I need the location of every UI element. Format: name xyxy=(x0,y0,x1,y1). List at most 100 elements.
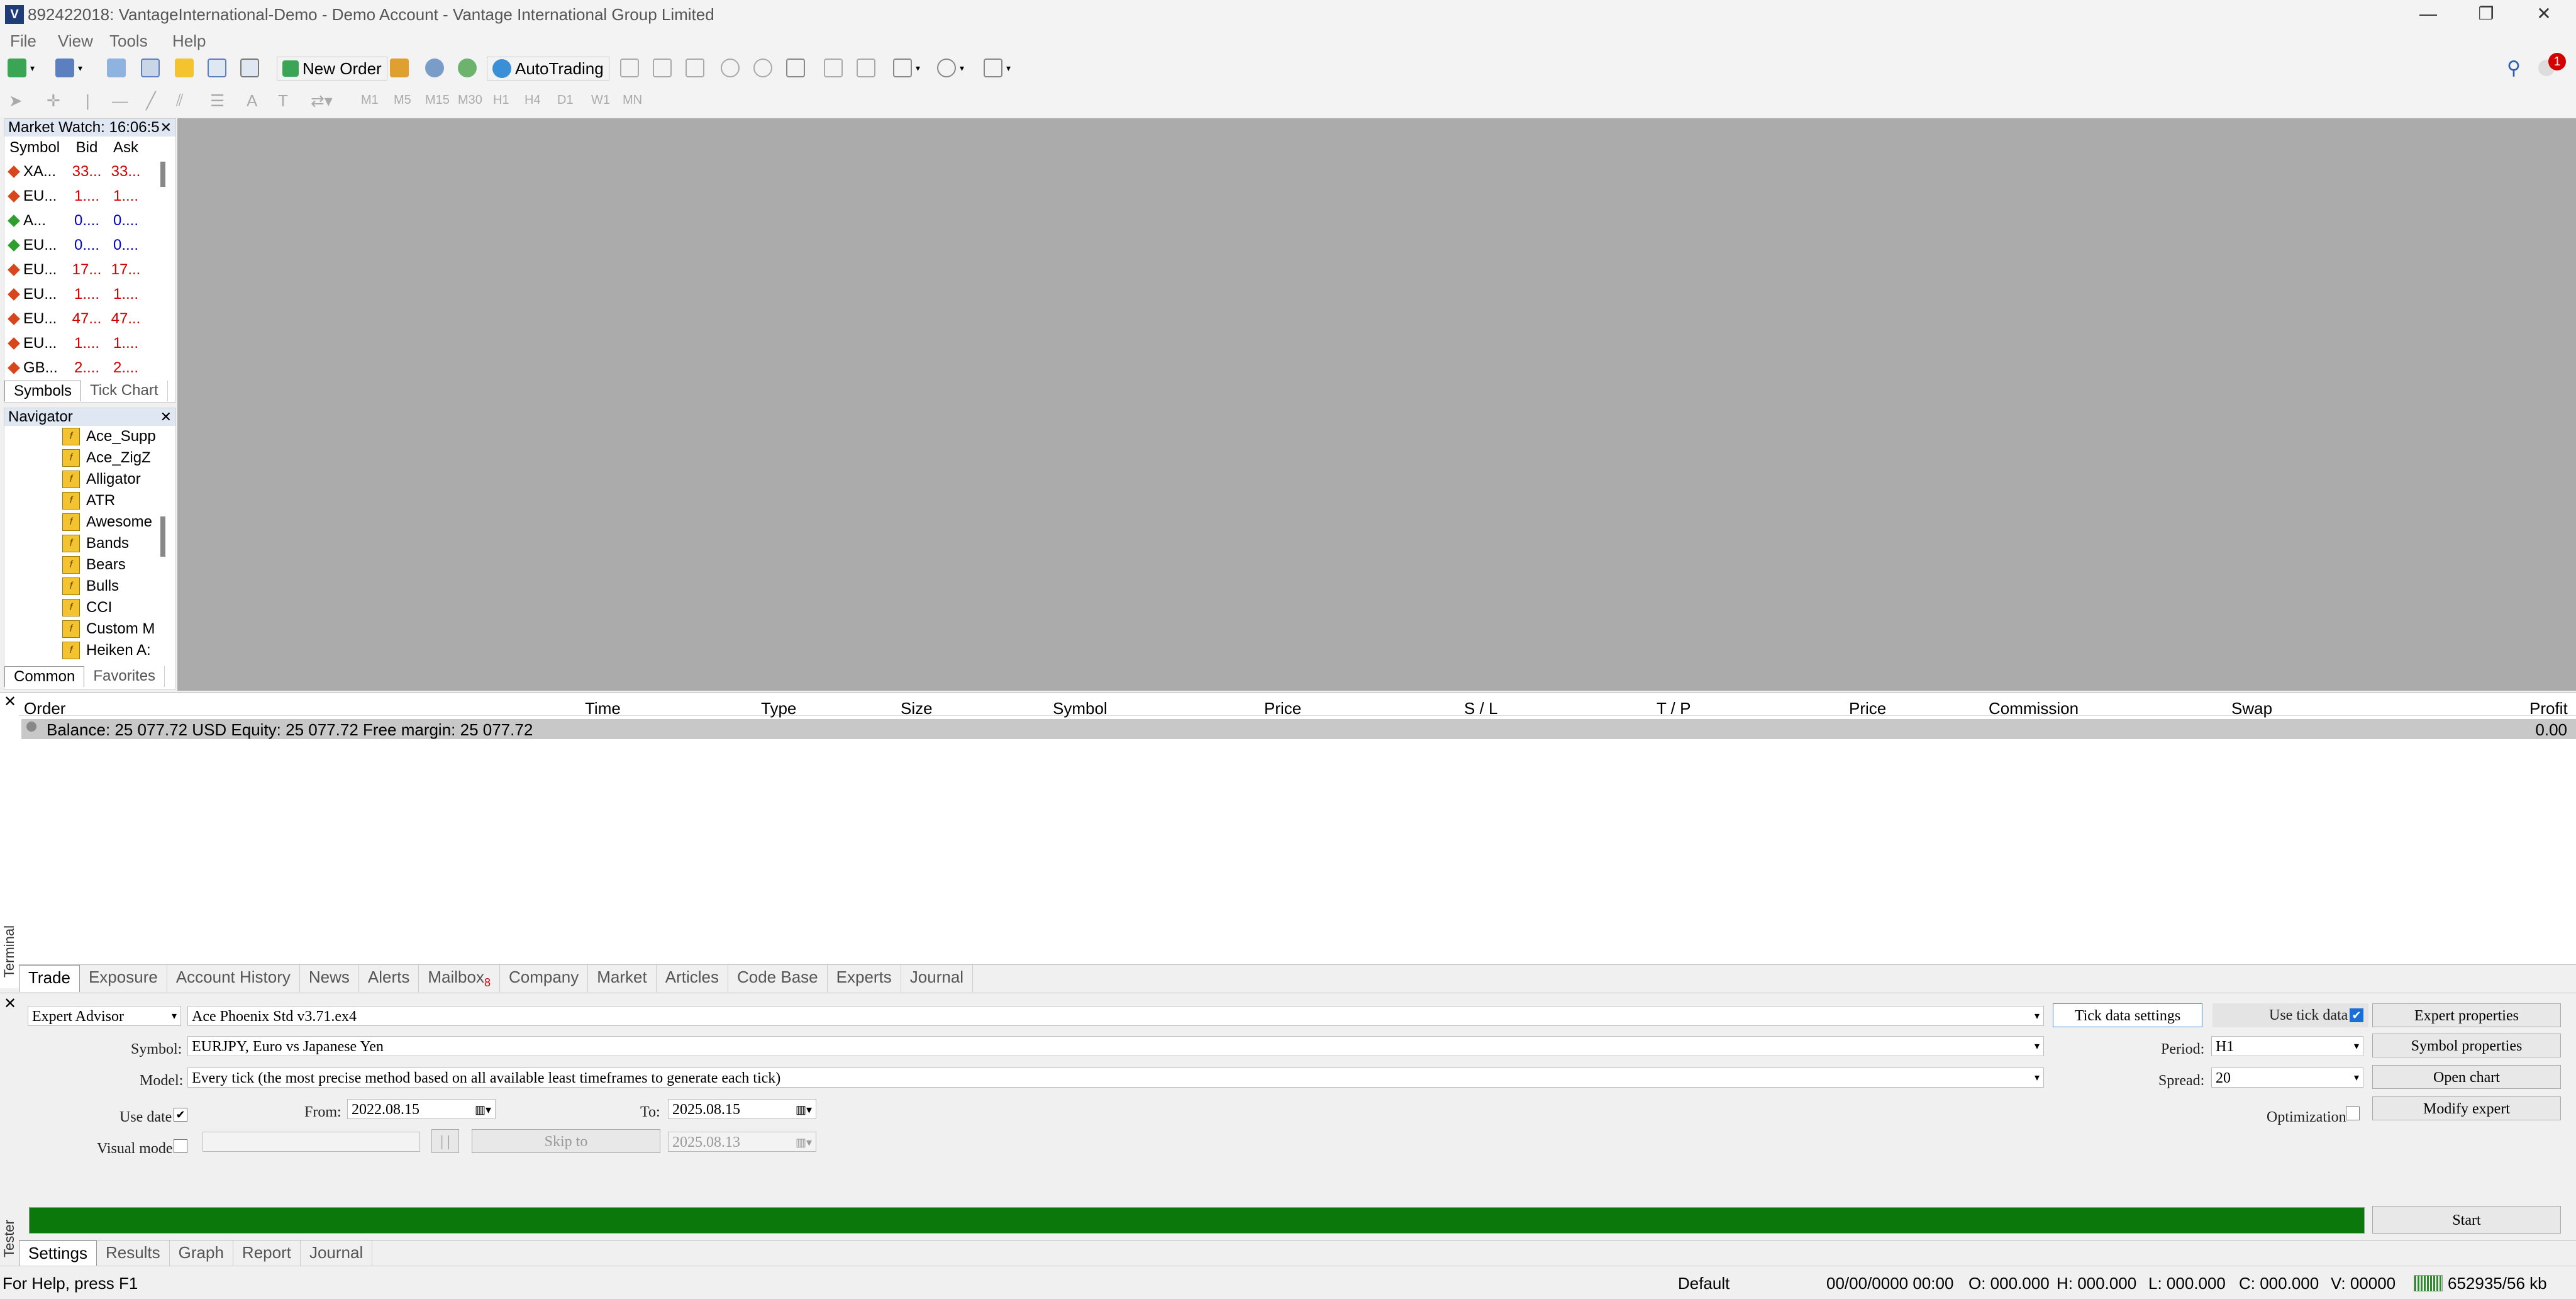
market-watch-row[interactable]: XA... 33... 33... xyxy=(4,159,175,184)
col-symbol[interactable]: Symbol xyxy=(1053,699,1108,718)
data-window-toggle[interactable] xyxy=(141,57,160,79)
market-button[interactable] xyxy=(458,57,477,79)
navigator-item[interactable]: f Alligator xyxy=(4,469,175,490)
crosshair-tool[interactable]: ✛ xyxy=(47,89,60,112)
profiles-button[interactable]: ▾ xyxy=(55,57,82,79)
chart-shift-button[interactable] xyxy=(857,57,875,79)
menu-view[interactable]: View xyxy=(58,31,93,51)
col-price-current[interactable]: Price xyxy=(1849,699,1886,718)
templates-button[interactable]: ▾ xyxy=(984,57,1011,79)
col-order[interactable]: Order xyxy=(24,699,65,718)
navigator-item[interactable]: f Custom M xyxy=(4,618,175,640)
tick-data-settings-button[interactable]: Tick data settings xyxy=(2053,1003,2202,1027)
tile-windows-button[interactable] xyxy=(786,57,805,79)
market-watch-row[interactable]: GB... 2.... 2.... xyxy=(4,355,175,380)
timeframe-d1[interactable]: D1 xyxy=(557,93,574,108)
tester-close-icon[interactable]: ✕ xyxy=(4,995,16,1013)
vertical-line-tool[interactable]: | xyxy=(86,89,90,112)
tab-code-base[interactable]: Code Base xyxy=(728,965,828,993)
col-size[interactable]: Size xyxy=(901,699,933,718)
tester-tab-settings[interactable]: Settings xyxy=(19,1240,97,1266)
start-button[interactable]: Start xyxy=(2372,1206,2561,1234)
navigator-item[interactable]: f Ace_Supp xyxy=(4,426,175,447)
navigator-item[interactable]: f Ace_ZigZ xyxy=(4,447,175,469)
tester-type-select[interactable]: Expert Advisor ▾ xyxy=(28,1006,181,1026)
horizontal-line-tool[interactable]: — xyxy=(112,89,128,112)
tab-articles[interactable]: Articles xyxy=(657,965,728,993)
menu-file[interactable]: File xyxy=(10,31,36,51)
signals-button[interactable] xyxy=(425,57,444,79)
market-watch-toggle[interactable] xyxy=(107,57,126,79)
tab-mailbox[interactable]: Mailbox8 xyxy=(419,965,500,993)
maximize-button[interactable]: ❐ xyxy=(2458,0,2514,29)
arrows-tool[interactable]: ⇄▾ xyxy=(311,89,333,112)
tab-exposure[interactable]: Exposure xyxy=(80,965,167,993)
tester-toggle[interactable] xyxy=(240,57,259,79)
channel-tool[interactable]: ⫽ xyxy=(176,89,184,112)
spread-select[interactable]: 20 ▾ xyxy=(2211,1068,2363,1088)
tab-account-history[interactable]: Account History xyxy=(167,965,300,993)
navigator-item[interactable]: f Bands xyxy=(4,533,175,554)
col-price[interactable]: Price xyxy=(1264,699,1301,718)
tab-favorites[interactable]: Favorites xyxy=(84,666,165,687)
navigator-scrollbar[interactable] xyxy=(160,516,165,557)
close-window-button[interactable]: ✕ xyxy=(2516,0,2572,29)
expert-properties-button[interactable]: Expert properties xyxy=(2372,1003,2561,1027)
new-order-button[interactable]: New Order xyxy=(277,57,387,81)
market-watch-row[interactable]: A... 0.... 0.... xyxy=(4,208,175,233)
periods-button[interactable]: ▾ xyxy=(937,57,964,79)
menu-tools[interactable]: Tools xyxy=(109,31,148,51)
navigator-item[interactable]: f ATR xyxy=(4,490,175,511)
market-watch-row[interactable]: EU... 1.... 1.... xyxy=(4,184,175,208)
text-label-tool[interactable]: T xyxy=(278,89,288,112)
timeframe-m30[interactable]: M30 xyxy=(458,93,482,108)
minimize-button[interactable]: — xyxy=(2400,0,2457,29)
visual-speed-slider[interactable] xyxy=(203,1132,420,1152)
chart-workspace[interactable] xyxy=(177,118,2576,691)
timeframe-w1[interactable]: W1 xyxy=(591,93,610,108)
col-type[interactable]: Type xyxy=(761,699,796,718)
navigator-item[interactable]: f Awesome xyxy=(4,511,175,533)
bar-chart-button[interactable] xyxy=(620,57,639,79)
balance-row[interactable]: Balance: 25 077.72 USD Equity: 25 077.72… xyxy=(21,719,2576,739)
status-profile[interactable]: Default xyxy=(1678,1274,1729,1293)
open-chart-button[interactable]: Open chart xyxy=(2372,1065,2561,1089)
col-commission[interactable]: Commission xyxy=(1989,699,2079,718)
market-watch-row[interactable]: EU... 1.... 1.... xyxy=(4,331,175,355)
navigator-item[interactable]: f CCI xyxy=(4,597,175,618)
tab-symbols[interactable]: Symbols xyxy=(4,381,82,401)
tester-tab-results[interactable]: Results xyxy=(97,1240,170,1266)
visual-mode-checkbox[interactable] xyxy=(174,1139,187,1153)
timeframe-h1[interactable]: H1 xyxy=(493,93,509,108)
col-profit[interactable]: Profit xyxy=(2529,699,2568,718)
skip-to-button[interactable]: Skip to xyxy=(472,1129,660,1153)
col-time[interactable]: Time xyxy=(585,699,621,718)
market-watch-row[interactable]: EU... 1.... 1.... xyxy=(4,282,175,306)
timeframe-m1[interactable]: M1 xyxy=(361,93,379,108)
tab-experts[interactable]: Experts xyxy=(828,965,901,993)
tab-trade[interactable]: Trade xyxy=(19,965,80,993)
col-tp[interactable]: T / P xyxy=(1657,699,1690,718)
navigator-item[interactable]: f Heiken A: xyxy=(4,640,175,661)
period-select[interactable]: H1 ▾ xyxy=(2211,1036,2363,1056)
timeframe-h4[interactable]: H4 xyxy=(525,93,541,108)
symbol-properties-button[interactable]: Symbol properties xyxy=(2372,1034,2561,1057)
modify-expert-button[interactable]: Modify expert xyxy=(2372,1096,2561,1120)
candlestick-button[interactable] xyxy=(653,57,672,79)
text-tool[interactable]: A xyxy=(247,89,257,112)
tester-tab-journal[interactable]: Journal xyxy=(301,1240,373,1266)
navigator-close-icon[interactable]: ✕ xyxy=(160,408,172,426)
line-chart-button[interactable] xyxy=(686,57,704,79)
tab-journal[interactable]: Journal xyxy=(901,965,974,993)
market-watch-row[interactable]: EU... 47... 47... xyxy=(4,306,175,331)
autotrading-button[interactable]: AutoTrading xyxy=(487,57,609,81)
symbol-select[interactable]: EURJPY, Euro vs Japanese Yen ▾ xyxy=(187,1036,2044,1056)
tab-tick-chart[interactable]: Tick Chart xyxy=(81,381,168,401)
use-tick-data-checkbox[interactable]: ✔ xyxy=(2350,1008,2363,1022)
timeframe-m15[interactable]: M15 xyxy=(425,93,450,108)
pause-button[interactable]: | | xyxy=(431,1129,459,1153)
tab-news[interactable]: News xyxy=(300,965,359,993)
model-select[interactable]: Every tick (the most precise method base… xyxy=(187,1068,2044,1088)
tab-market[interactable]: Market xyxy=(588,965,657,993)
col-symbol[interactable]: Symbol xyxy=(4,139,67,157)
